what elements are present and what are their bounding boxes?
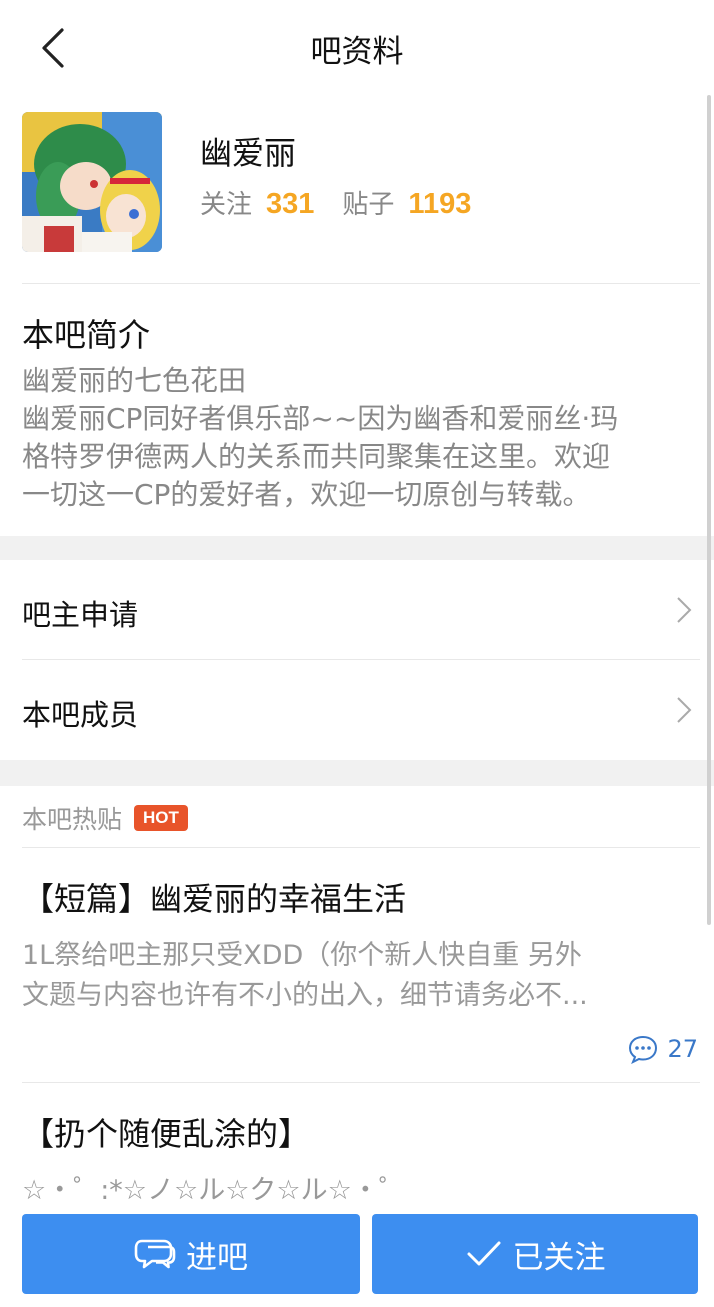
intro-line: 格特罗伊德两人的关系而共同聚集在这里。欢迎	[22, 440, 611, 473]
posts-label: 贴子	[342, 190, 395, 220]
comment-count: 27	[667, 1035, 698, 1063]
followed-button[interactable]: 已关注	[372, 1214, 698, 1294]
post-snippet: 1L祭给吧主那只受XDD（你个新人快自重 另外 文题与内容也许有不小的出入，细节…	[22, 936, 694, 1016]
post-item[interactable]: 【短篇】幽爱丽的幸福生活 1L祭给吧主那只受XDD（你个新人快自重 另外 文题与…	[0, 848, 714, 1082]
bar-stats: 关注 331 贴子 1193	[200, 184, 499, 221]
comment-icon	[629, 1035, 658, 1064]
bar-name: 幽爱丽	[200, 134, 297, 172]
row-bar-members[interactable]: 本吧成员	[0, 660, 714, 760]
section-gap	[0, 760, 714, 786]
follow-label: 关注	[200, 190, 253, 220]
bar-avatar	[22, 112, 162, 252]
section-gap	[0, 536, 714, 560]
intro-line: 幽爱丽的七色花田	[22, 364, 247, 397]
scrollbar[interactable]	[707, 95, 711, 925]
posts-count: 1193	[408, 188, 472, 220]
chevron-right-icon	[677, 697, 692, 723]
post-item[interactable]: 【扔个随便乱涂的】 ☆・゜:*☆ノ☆ル☆ク☆ル☆・゜	[0, 1083, 714, 1206]
follow-count: 331	[266, 188, 315, 220]
checkmark-icon	[467, 1241, 500, 1266]
row-moderator-apply[interactable]: 吧主申请	[0, 560, 714, 660]
post-snippet-line: 文题与内容也许有不小的出入，细节请务必不...	[22, 980, 588, 1011]
intro-title: 本吧简介	[22, 316, 151, 354]
intro-line: 幽爱丽CP同好者俱乐部~~因为幽香和爱丽丝·玛	[22, 402, 619, 435]
row-label: 本吧成员	[22, 698, 139, 732]
post-comments: 27	[627, 1034, 698, 1064]
hot-badge: HOT	[134, 805, 188, 831]
enter-bar-label: 进吧	[186, 1239, 248, 1276]
hot-posts-label: 本吧热贴	[22, 805, 123, 834]
post-title: 【短篇】幽爱丽的幸福生活	[22, 880, 407, 918]
chat-bubble-icon	[134, 1239, 176, 1269]
enter-bar-button[interactable]: 进吧	[22, 1214, 360, 1294]
intro-line: 一切这一CP的爱好者，欢迎一切原创与转载。	[22, 478, 591, 511]
intro-body: 幽爱丽的七色花田 幽爱丽CP同好者俱乐部~~因为幽香和爱丽丝·玛 格特罗伊德两人…	[22, 362, 702, 514]
divider	[22, 283, 700, 284]
post-snippet-line: 1L祭给吧主那只受XDD（你个新人快自重 另外	[22, 940, 582, 971]
row-label: 吧主申请	[22, 598, 139, 632]
chevron-right-icon	[677, 597, 692, 623]
page-title: 吧资料	[310, 34, 404, 70]
bottom-action-bar: 进吧 已关注	[0, 1200, 714, 1307]
followed-label: 已关注	[512, 1239, 606, 1276]
top-nav-bar: 吧资料	[0, 0, 714, 100]
post-title: 【扔个随便乱涂的】	[22, 1115, 311, 1153]
bar-profile: 幽爱丽 关注 331 贴子 1193	[0, 100, 714, 284]
hot-posts-header: 本吧热贴 HOT	[22, 800, 188, 836]
